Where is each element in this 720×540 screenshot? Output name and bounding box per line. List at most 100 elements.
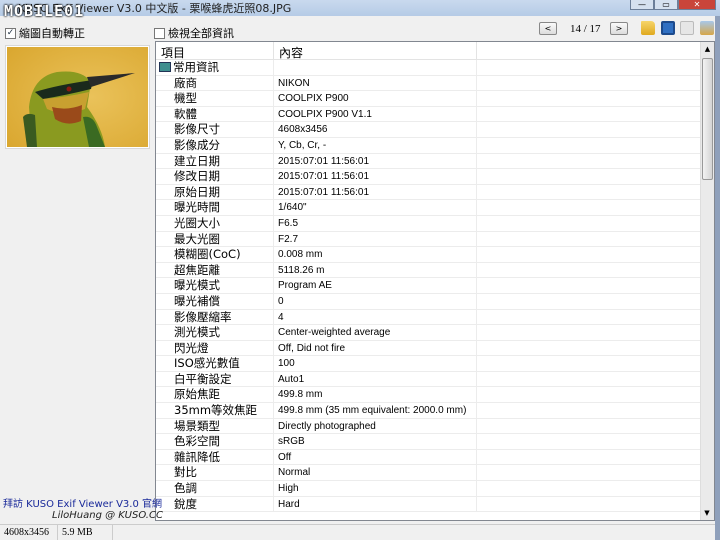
table-row[interactable]: 機型 COOLPIX P900 [156, 91, 714, 107]
row-key: 場景類型 [156, 418, 274, 434]
row-value: NIKON [274, 75, 477, 91]
row-key: 影像壓縮率 [156, 309, 274, 325]
scrollbar-thumb[interactable] [702, 58, 713, 180]
checkbox-checked[interactable]: ✓ [5, 27, 16, 39]
row-key: 模糊圈(CoC) [156, 247, 274, 262]
row-key: 35mm等效焦距 [156, 403, 274, 418]
author-credit: LiloHuang @ KUSO.CC [52, 510, 163, 521]
row-key: 原始焦距 [156, 387, 274, 403]
row-value: F6.5 [274, 215, 477, 231]
show-all-label: 檢視全部資訊 [168, 27, 234, 40]
auto-rotate-label: 縮圖自動轉正 [19, 27, 85, 40]
row-value: Directly photographed [274, 418, 477, 434]
row-value: 499.8 mm [274, 387, 477, 403]
row-key: 對比 [156, 465, 274, 481]
row-value: COOLPIX P900 V1.1 [274, 106, 477, 122]
checkbox-unchecked[interactable] [154, 27, 165, 39]
table-row[interactable]: 銳度 Hard [156, 496, 714, 513]
row-value: 4608x3456 [274, 122, 477, 137]
table-row[interactable]: 色調 High [156, 481, 714, 497]
maximize-button[interactable]: ▭ [654, 0, 678, 10]
row-key: 影像成分 [156, 137, 274, 153]
status-bar: 4608x3456 5.9 MB [0, 524, 715, 540]
table-row[interactable]: 白平衡設定 Auto1 [156, 371, 714, 388]
status-file-size: 5.9 MB [58, 525, 113, 540]
row-value: Off, Did not fire [274, 340, 477, 356]
settings-icon[interactable] [700, 21, 714, 35]
window-border [715, 16, 720, 540]
prev-button[interactable]: < [539, 22, 557, 35]
vertical-scrollbar[interactable]: ▲ ▼ [700, 42, 714, 520]
table-row[interactable]: 廠商 NIKON [156, 75, 714, 92]
row-key: 機型 [156, 91, 274, 106]
column-header-content[interactable]: 內容 [274, 42, 477, 60]
table-row[interactable]: 曝光補償 0 [156, 293, 714, 310]
row-key: 修改日期 [156, 169, 274, 184]
info-icon [159, 62, 171, 72]
show-all-checkbox[interactable]: 檢視全部資訊 [154, 25, 234, 41]
row-value: 2015:07:01 11:56:01 [274, 153, 477, 169]
row-key: 建立日期 [156, 153, 274, 169]
save-icon[interactable] [661, 21, 675, 35]
row-key: 曝光模式 [156, 278, 274, 293]
next-button[interactable]: > [610, 22, 628, 35]
scroll-up-arrow[interactable]: ▲ [701, 42, 714, 56]
table-row[interactable]: 影像尺寸 4608x3456 [156, 122, 714, 138]
table-row[interactable]: 影像壓縮率 4 [156, 309, 714, 326]
row-key: 最大光圈 [156, 231, 274, 247]
minimize-button[interactable]: — [630, 0, 654, 10]
row-value: Hard [274, 496, 477, 512]
row-value: Off [274, 449, 477, 465]
row-key: 閃光燈 [156, 340, 274, 356]
column-header-item[interactable]: 項目 [156, 42, 274, 60]
table-row[interactable]: 35mm等效焦距 499.8 mm (35 mm equivalent: 2000… [156, 403, 714, 419]
table-row[interactable]: 色彩空間 sRGB [156, 434, 714, 450]
row-value: Center-weighted average [274, 325, 477, 340]
row-key: 影像尺寸 [156, 122, 274, 137]
row-value: Y, Cb, Cr, - [274, 137, 477, 153]
row-key: 超焦距離 [156, 262, 274, 278]
table-row[interactable]: 測光模式 Center-weighted average [156, 325, 714, 341]
row-key: 曝光時間 [156, 200, 274, 215]
table-row[interactable]: ISO感光數值 100 [156, 356, 714, 372]
table-row[interactable]: 超焦距離 5118.26 m [156, 262, 714, 279]
website-link[interactable]: 拜訪 KUSO Exif Viewer V3.0 官網 [3, 495, 162, 510]
table-row[interactable]: 模糊圈(CoC) 0.008 mm [156, 247, 714, 263]
close-button[interactable]: ✕ [678, 0, 716, 10]
table-header: 項目 內容 [156, 42, 714, 60]
table-row[interactable]: 建立日期 2015:07:01 11:56:01 [156, 153, 714, 170]
row-key: 曝光補償 [156, 293, 274, 309]
row-key: 軟體 [156, 106, 274, 122]
table-row[interactable]: 曝光時間 1/640" [156, 200, 714, 216]
search-icon[interactable] [680, 21, 694, 35]
group-row[interactable]: 常用資訊 [156, 60, 714, 76]
table-row[interactable]: 雜訊降低 Off [156, 449, 714, 466]
row-value: Program AE [274, 278, 477, 293]
table-row[interactable]: 原始焦距 499.8 mm [156, 387, 714, 404]
watermark-logo: MOBILE01 [4, 2, 85, 20]
row-value: F2.7 [274, 231, 477, 247]
open-folder-icon[interactable] [641, 21, 655, 35]
table-row[interactable]: 原始日期 2015:07:01 11:56:01 [156, 184, 714, 201]
table-row[interactable]: 軟體 COOLPIX P900 V1.1 [156, 106, 714, 123]
status-dimensions: 4608x3456 [0, 525, 58, 540]
row-key: 廠商 [156, 75, 274, 91]
table-row[interactable]: 場景類型 Directly photographed [156, 418, 714, 435]
table-row[interactable]: 光圈大小 F6.5 [156, 215, 714, 232]
row-value: 499.8 mm (35 mm equivalent: 2000.0 mm) [274, 403, 477, 418]
scroll-down-arrow[interactable]: ▼ [701, 506, 713, 520]
table-row[interactable]: 最大光圈 F2.7 [156, 231, 714, 248]
auto-rotate-checkbox[interactable]: ✓ 縮圖自動轉正 [5, 25, 85, 41]
row-value: 1/640" [274, 200, 477, 215]
table-row[interactable]: 對比 Normal [156, 465, 714, 482]
row-key: 白平衡設定 [156, 371, 274, 387]
row-value: 2015:07:01 11:56:01 [274, 169, 477, 184]
table-row[interactable]: 影像成分 Y, Cb, Cr, - [156, 137, 714, 154]
table-row[interactable]: 修改日期 2015:07:01 11:56:01 [156, 169, 714, 185]
exif-table: 項目 內容 常用資訊 廠商 NIKON 機型 COOLPIX P900 軟體 COOLPI… [155, 41, 715, 521]
table-row[interactable]: 閃光燈 Off, Did not fire [156, 340, 714, 357]
row-value: 5118.26 m [274, 262, 477, 278]
group-label: 常用資訊 [156, 60, 274, 75]
row-value: High [274, 481, 477, 496]
table-row[interactable]: 曝光模式 Program AE [156, 278, 714, 294]
